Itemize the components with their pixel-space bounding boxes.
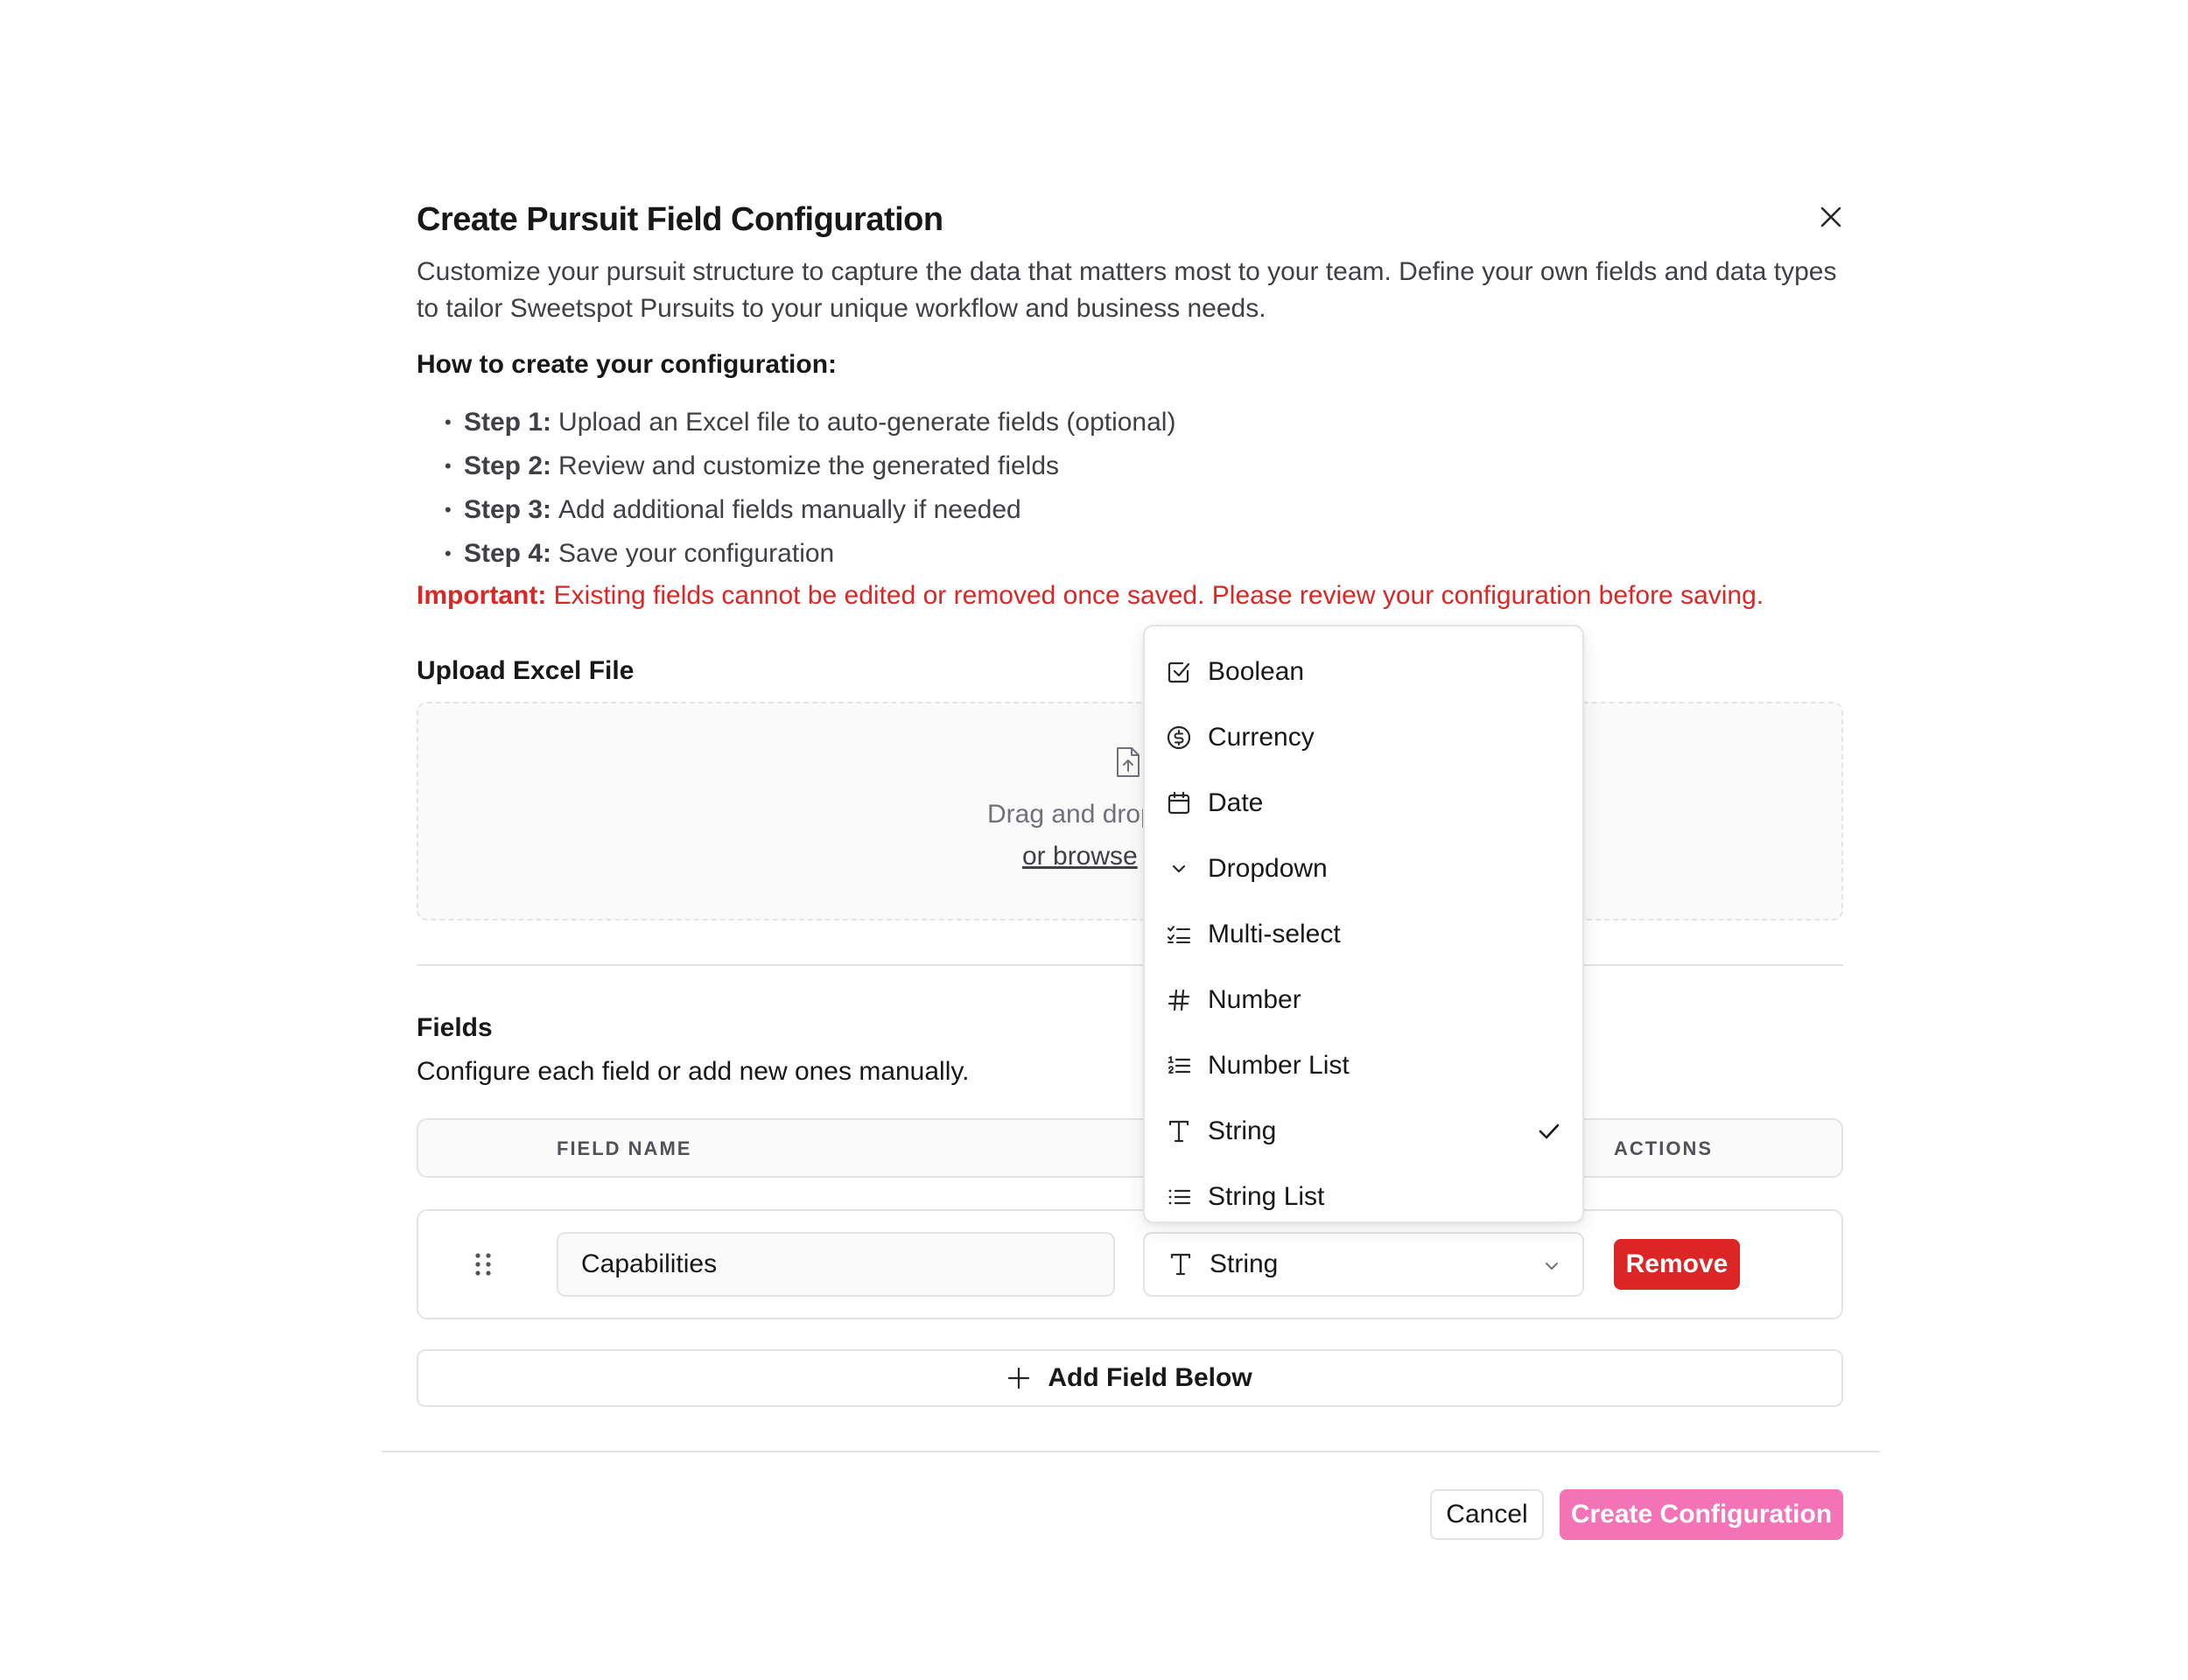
add-field-button[interactable]: Add Field Below bbox=[417, 1349, 1843, 1407]
create-configuration-button[interactable]: Create Configuration bbox=[1560, 1489, 1843, 1540]
checkbox-icon bbox=[1166, 659, 1192, 685]
footer-divider bbox=[382, 1451, 1880, 1452]
drag-handle-icon[interactable] bbox=[473, 1250, 494, 1279]
menu-item-multi-select[interactable]: Multi-select bbox=[1145, 901, 1582, 967]
browse-link[interactable]: or browse bbox=[1022, 842, 1138, 872]
menu-item-label: Currency bbox=[1208, 722, 1315, 752]
field-type-value: String bbox=[1210, 1250, 1279, 1278]
dropzone-text: Drag and drop bbox=[987, 800, 1155, 829]
chevron-down-icon bbox=[1542, 1256, 1561, 1276]
section-divider bbox=[417, 964, 1843, 966]
field-name-input[interactable] bbox=[557, 1232, 1115, 1297]
cancel-button[interactable]: Cancel bbox=[1430, 1489, 1544, 1540]
column-header-field-name: FIELD NAME bbox=[557, 1138, 692, 1159]
step-item: • Step 4: Save your configuration bbox=[445, 539, 835, 568]
howto-heading: How to create your configuration: bbox=[417, 350, 838, 379]
step-item: • Step 1: Upload an Excel file to auto-gen… bbox=[445, 408, 1176, 437]
type-dropdown-menu: Boolean Currency Date Dropdown Multi-sel… bbox=[1143, 625, 1584, 1223]
menu-item-date[interactable]: Date bbox=[1145, 770, 1582, 836]
chevron-down-icon bbox=[1166, 856, 1192, 882]
menu-item-label: Boolean bbox=[1208, 656, 1305, 686]
plus-icon bbox=[1007, 1367, 1030, 1390]
menu-item-number-list[interactable]: Number List bbox=[1145, 1032, 1582, 1098]
step-item: • Step 2: Review and customize the generat… bbox=[445, 452, 1060, 480]
dollar-icon bbox=[1166, 724, 1192, 751]
menu-item-label: Number List bbox=[1208, 1050, 1350, 1080]
checklist-icon bbox=[1166, 921, 1192, 948]
menu-item-label: String List bbox=[1208, 1181, 1325, 1211]
fields-subtitle: Configure each field or add new ones man… bbox=[417, 1057, 970, 1086]
close-icon bbox=[1820, 206, 1842, 228]
numbered-list-icon bbox=[1166, 1053, 1192, 1079]
menu-item-label: String bbox=[1208, 1116, 1277, 1145]
hash-icon bbox=[1166, 987, 1192, 1013]
calendar-icon bbox=[1166, 790, 1192, 816]
text-icon bbox=[1168, 1251, 1194, 1278]
step-item: • Step 3: Add additional fields manually i… bbox=[445, 495, 1021, 524]
list-icon bbox=[1166, 1184, 1192, 1210]
remove-field-button[interactable]: Remove bbox=[1614, 1239, 1740, 1290]
menu-item-boolean[interactable]: Boolean bbox=[1145, 639, 1582, 704]
important-warning: Important: Existing fields cannot be edi… bbox=[417, 581, 1764, 610]
menu-item-string[interactable]: String bbox=[1145, 1098, 1582, 1164]
fields-title: Fields bbox=[417, 1013, 493, 1042]
add-field-label: Add Field Below bbox=[1048, 1363, 1252, 1392]
file-upload-icon bbox=[1115, 746, 1141, 779]
menu-item-label: Dropdown bbox=[1208, 853, 1328, 883]
dialog-description: Customize your pursuit structure to capt… bbox=[417, 257, 1837, 323]
menu-item-string-list[interactable]: String List bbox=[1145, 1164, 1582, 1229]
dialog-title: Create Pursuit Field Configuration bbox=[417, 201, 943, 238]
field-type-select[interactable]: String bbox=[1143, 1232, 1584, 1297]
menu-item-number[interactable]: Number bbox=[1145, 967, 1582, 1032]
column-header-actions: ACTIONS bbox=[1614, 1138, 1713, 1159]
checkmark-icon bbox=[1537, 1119, 1561, 1144]
close-button[interactable] bbox=[1813, 200, 1848, 234]
menu-item-dropdown[interactable]: Dropdown bbox=[1145, 836, 1582, 901]
menu-item-currency[interactable]: Currency bbox=[1145, 704, 1582, 770]
menu-item-label: Date bbox=[1208, 788, 1264, 817]
menu-item-label: Multi-select bbox=[1208, 919, 1341, 948]
upload-label: Upload Excel File bbox=[417, 656, 635, 685]
steps-list: • Step 1: Upload an Excel file to auto-gen… bbox=[445, 401, 1175, 576]
menu-item-label: Number bbox=[1208, 984, 1301, 1014]
text-icon bbox=[1166, 1118, 1192, 1144]
